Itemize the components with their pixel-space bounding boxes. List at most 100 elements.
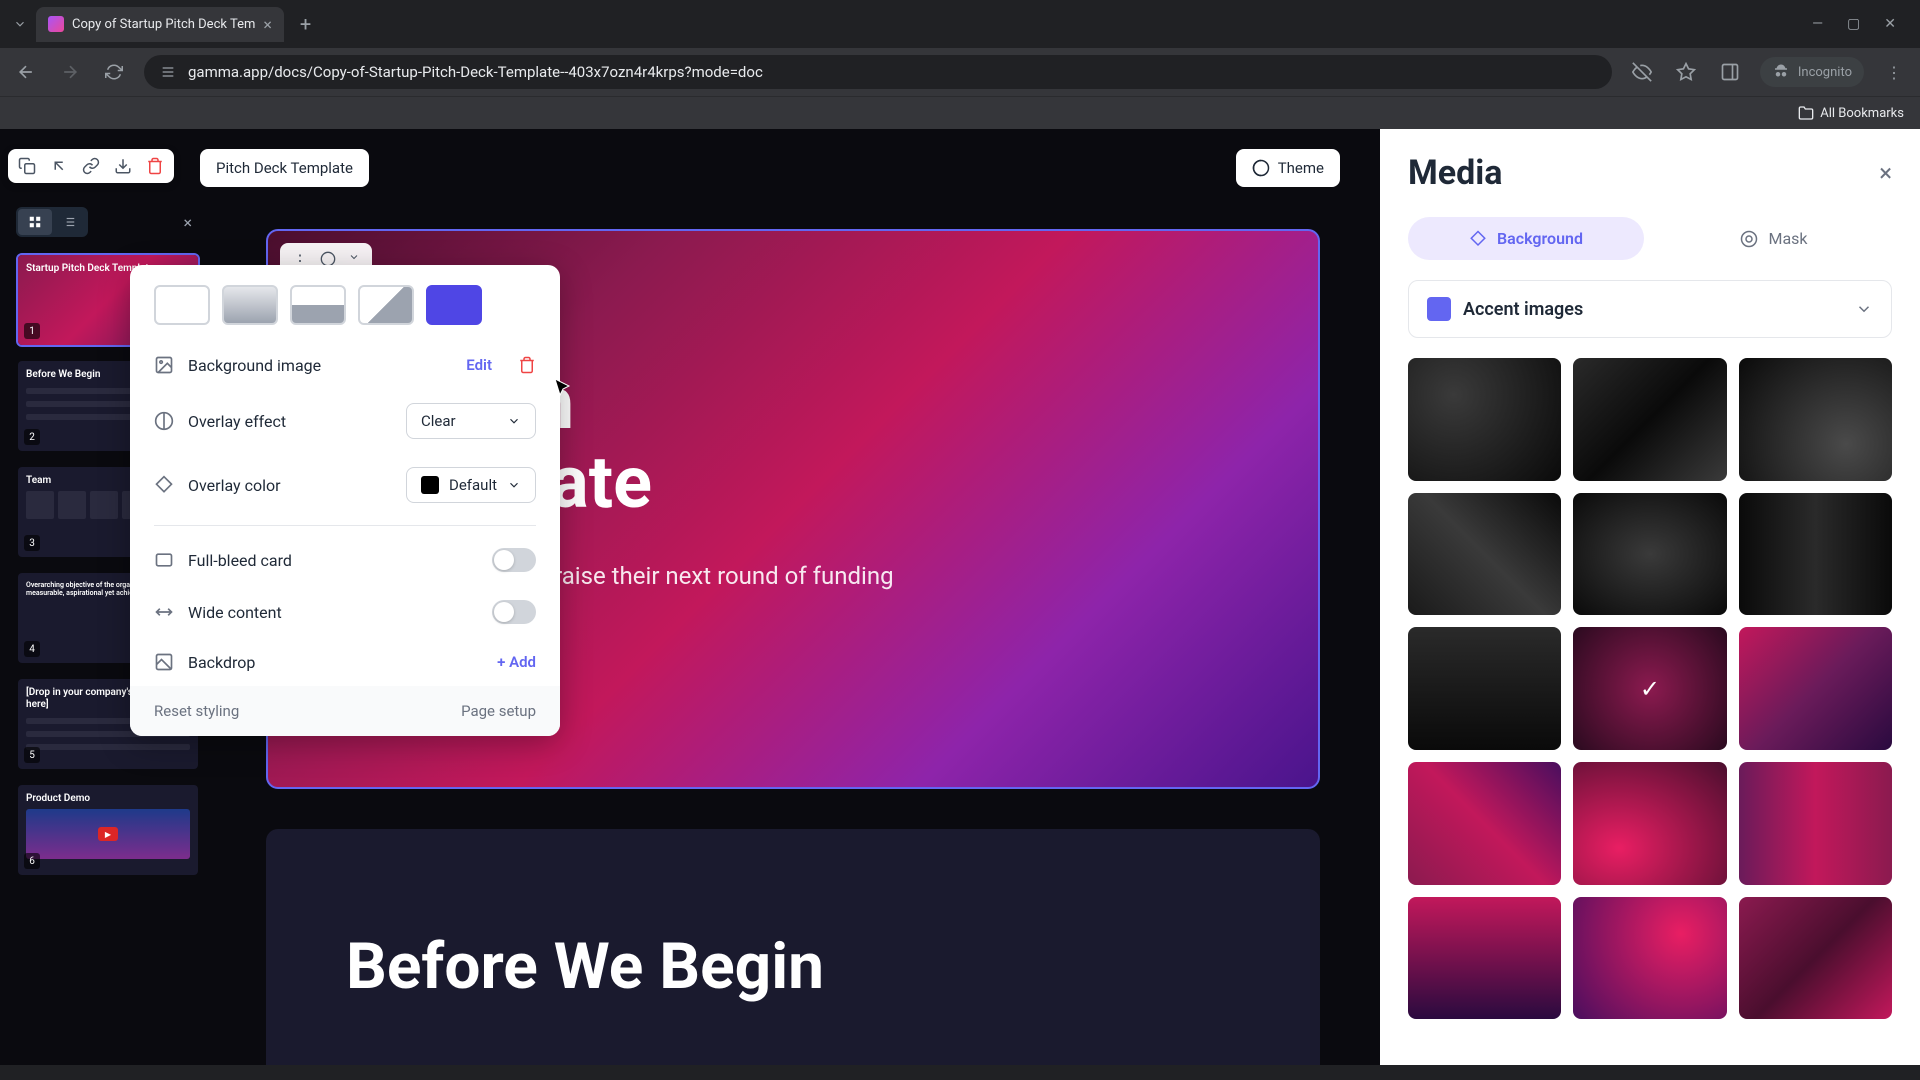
add-backdrop-button[interactable]: + Add xyxy=(497,653,536,671)
bg-option-solid[interactable] xyxy=(426,285,482,325)
copy-icon[interactable] xyxy=(18,157,36,175)
check-icon: ✓ xyxy=(1640,675,1660,703)
bg-image-option[interactable] xyxy=(1739,762,1892,885)
menu-icon[interactable]: ⋮ xyxy=(1880,58,1908,86)
tab-favicon xyxy=(48,16,64,32)
tab-title: Copy of Startup Pitch Deck Tem xyxy=(72,17,255,32)
tab-close-icon[interactable]: × xyxy=(263,15,272,34)
grid-view-button[interactable] xyxy=(18,209,52,235)
bg-image-option[interactable] xyxy=(1573,897,1726,1020)
media-panel: Media × Background Mask Accent images xyxy=(1380,129,1920,1065)
chevron-down-icon xyxy=(1855,300,1873,318)
media-header: Media × xyxy=(1408,153,1892,193)
reload-button[interactable] xyxy=(100,58,128,86)
bg-style-options xyxy=(130,265,560,341)
contrast-icon xyxy=(154,411,174,431)
bg-image-option[interactable] xyxy=(1573,493,1726,616)
back-button[interactable] xyxy=(12,58,40,86)
tab-bar: Copy of Startup Pitch Deck Tem × + — ▢ ✕ xyxy=(0,0,1920,48)
panel-icon[interactable] xyxy=(1716,58,1744,86)
bg-image-option[interactable] xyxy=(1573,358,1726,481)
delete-bg-button[interactable] xyxy=(518,356,536,374)
browser-tab[interactable]: Copy of Startup Pitch Deck Tem × xyxy=(36,7,284,42)
bg-image-option-selected[interactable]: ✓ xyxy=(1573,627,1726,750)
window-controls: — ▢ ✕ xyxy=(1812,16,1912,32)
incognito-badge[interactable]: Incognito xyxy=(1760,57,1864,87)
view-toggle xyxy=(16,207,88,237)
card-style-popover: Background image Edit Overlay effect Cle… xyxy=(130,265,560,736)
link-icon[interactable] xyxy=(82,157,100,175)
image-grid: ✓ xyxy=(1408,358,1892,1019)
bg-image-option[interactable] xyxy=(1739,627,1892,750)
card2-title[interactable]: Before We Begin xyxy=(266,829,1320,1044)
overlay-effect-select[interactable]: Clear xyxy=(406,403,536,439)
site-info-icon[interactable] xyxy=(160,64,176,80)
image-icon xyxy=(154,355,174,375)
browser-chrome: Copy of Startup Pitch Deck Tem × + — ▢ ✕… xyxy=(0,0,1920,129)
theme-button[interactable]: Theme xyxy=(1236,149,1340,187)
all-bookmarks-label: All Bookmarks xyxy=(1820,106,1904,121)
sidebar-close-icon[interactable]: × xyxy=(175,209,200,236)
full-bleed-toggle[interactable] xyxy=(492,548,536,572)
overlay-color-select[interactable]: Default xyxy=(406,467,536,503)
bg-image-option[interactable] xyxy=(1408,762,1561,885)
bg-image-row: Background image Edit xyxy=(130,341,560,389)
bg-image-option[interactable] xyxy=(1408,627,1561,750)
eye-off-icon[interactable] xyxy=(1628,58,1656,86)
tab-background[interactable]: Background xyxy=(1408,217,1644,260)
reset-styling-button[interactable]: Reset styling xyxy=(154,702,239,720)
trash-icon[interactable] xyxy=(146,157,164,175)
wide-content-row: Wide content xyxy=(130,586,560,638)
minimize-button[interactable]: — xyxy=(1812,16,1823,32)
list-view-button[interactable] xyxy=(52,209,86,235)
media-close-button[interactable]: × xyxy=(1879,159,1892,187)
sidebar-header: × xyxy=(8,199,208,245)
card-2[interactable]: Before We Begin xyxy=(266,829,1320,1065)
download-icon[interactable] xyxy=(114,157,132,175)
maximize-button[interactable]: ▢ xyxy=(1847,16,1860,32)
full-bleed-row: Full-bleed card xyxy=(130,534,560,586)
accent-images-section[interactable]: Accent images xyxy=(1408,280,1892,338)
bg-option-none[interactable] xyxy=(154,285,210,325)
close-window-button[interactable]: ✕ xyxy=(1884,16,1896,32)
slide-thumbnail[interactable]: Product Demo▶ 6 xyxy=(16,783,200,877)
fullbleed-icon xyxy=(154,550,174,570)
nav-right: Incognito ⋮ xyxy=(1628,57,1908,87)
divider xyxy=(154,525,536,526)
bg-image-option[interactable] xyxy=(1739,897,1892,1020)
doc-title[interactable]: Pitch Deck Template xyxy=(200,149,369,187)
url-text: gamma.app/docs/Copy-of-Startup-Pitch-Dec… xyxy=(188,63,1596,81)
url-bar[interactable]: gamma.app/docs/Copy-of-Startup-Pitch-Dec… xyxy=(144,55,1612,89)
bg-image-option[interactable] xyxy=(1408,897,1561,1020)
backdrop-row: Backdrop + Add xyxy=(130,638,560,686)
arrow-up-left-icon[interactable] xyxy=(50,157,68,175)
wide-content-toggle[interactable] xyxy=(492,600,536,624)
floating-toolbar xyxy=(8,149,174,183)
tab-search-icon[interactable] xyxy=(8,12,32,36)
all-bookmarks-button[interactable]: All Bookmarks xyxy=(1798,105,1904,121)
media-title: Media xyxy=(1408,153,1502,193)
bg-image-option[interactable] xyxy=(1408,493,1561,616)
media-tabs: Background Mask xyxy=(1408,217,1892,260)
bg-image-option[interactable] xyxy=(1408,358,1561,481)
bg-option-gradient1[interactable] xyxy=(222,285,278,325)
bg-option-gradient2[interactable] xyxy=(290,285,346,325)
forward-button[interactable] xyxy=(56,58,84,86)
edit-bg-button[interactable]: Edit xyxy=(466,356,492,374)
tab-mask[interactable]: Mask xyxy=(1656,217,1892,260)
color-chip xyxy=(421,476,439,494)
new-tab-button[interactable]: + xyxy=(288,12,323,36)
paint-icon xyxy=(154,475,174,495)
cursor-icon xyxy=(555,379,571,399)
overlay-effect-row: Overlay effect Clear xyxy=(130,389,560,453)
star-icon[interactable] xyxy=(1672,58,1700,86)
bg-image-option[interactable] xyxy=(1739,493,1892,616)
bg-image-option[interactable] xyxy=(1573,762,1726,885)
editor-app: Pitch Deck Template Theme × Startup Pitc… xyxy=(0,129,1920,1065)
backdrop-icon xyxy=(154,652,174,672)
bg-option-gradient3[interactable] xyxy=(358,285,414,325)
accent-icon xyxy=(1427,297,1451,321)
wide-icon xyxy=(154,602,174,622)
bg-image-option[interactable] xyxy=(1739,358,1892,481)
page-setup-button[interactable]: Page setup xyxy=(461,702,536,720)
